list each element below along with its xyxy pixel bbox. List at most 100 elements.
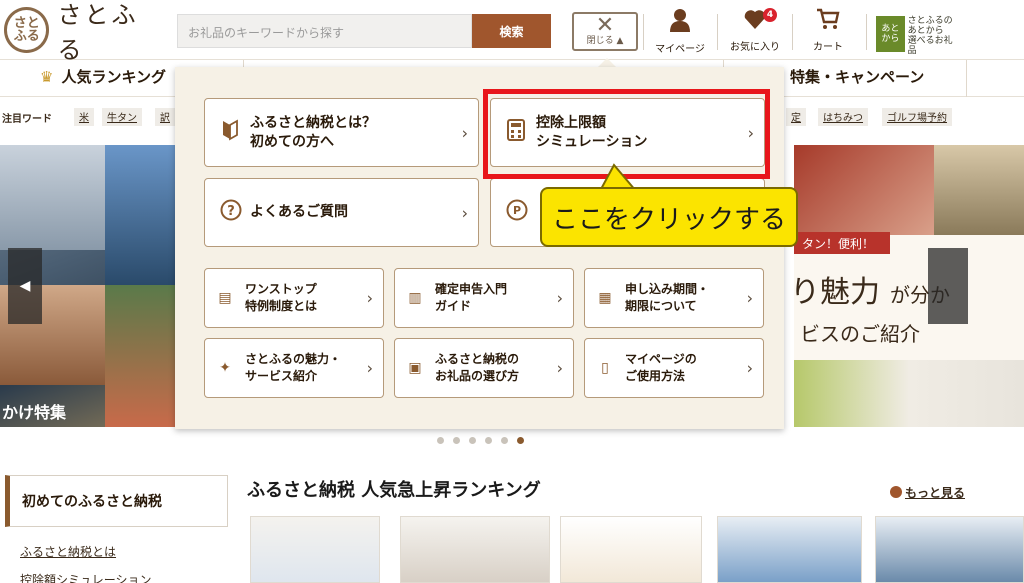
hero-headline-main: り魅力	[790, 275, 880, 310]
carousel-dot[interactable]	[437, 437, 444, 444]
atokara-link[interactable]: あと から さとふるの あとから 選べるお礼品	[876, 16, 956, 56]
chevron-right-icon: ›	[461, 203, 468, 222]
product-card[interactable]	[560, 516, 702, 583]
menu-card-deadline[interactable]: ▦ 申し込み期間・ 期限について ›	[584, 268, 764, 328]
point-icon: P	[506, 199, 528, 226]
menu-card-mypage-guide[interactable]: ▯ マイページの ご使用方法 ›	[584, 338, 764, 398]
svg-text:P: P	[513, 204, 521, 217]
keyword-tag[interactable]: ゴルフ場予約	[882, 108, 952, 126]
hero-photo	[934, 145, 1024, 235]
chevron-right-icon: ›	[366, 288, 373, 308]
menu-card-label: ふるさと納税とは？ 初めての方へ	[250, 114, 376, 150]
user-icon	[669, 8, 691, 40]
chevron-right-icon: ›	[746, 358, 753, 378]
product-card[interactable]	[400, 516, 550, 583]
logo-mark-icon: さと ふる	[4, 7, 50, 53]
phone-icon: ▯	[601, 360, 609, 376]
hero-photo	[105, 285, 178, 427]
menu-card-about[interactable]: ふるさと納税とは？ 初めての方へ ›	[204, 98, 479, 167]
hero-caption: かけ特集	[2, 403, 67, 422]
close-icon: ✕	[595, 13, 615, 38]
page-root: さと ふる さとふる お礼品のキーワードから探す 検索 ✕ 閉じる ▲ マイページ…	[0, 0, 1024, 583]
divider	[717, 14, 718, 50]
keyword-tag[interactable]: 米	[74, 108, 94, 126]
keyword-tag[interactable]: 牛タン	[102, 108, 142, 126]
more-link[interactable]: もっと見る	[890, 484, 965, 501]
hero-photo	[0, 145, 105, 250]
divider	[866, 14, 867, 50]
search-input[interactable]: お礼品のキーワードから探す	[177, 14, 472, 48]
hero-photo	[794, 145, 934, 235]
chevron-right-icon: ›	[556, 288, 563, 308]
chevron-right-icon: ›	[746, 288, 753, 308]
favorites-label: お気に入り	[730, 42, 780, 53]
document-icon: ▤	[218, 290, 232, 306]
carousel-prev-button[interactable]: ◀	[8, 248, 42, 324]
site-header: さと ふる さとふる お礼品のキーワードから探す 検索 ✕ 閉じる ▲ マイページ…	[0, 0, 1024, 64]
arrow-circle-icon	[890, 486, 902, 498]
hero-subheadline: ビスのご紹介	[800, 322, 920, 346]
carousel-dot[interactable]	[469, 437, 476, 444]
side-link[interactable]: ふるさと納税とは	[20, 543, 116, 560]
chevron-left-icon: ◀	[19, 278, 31, 294]
logo-text: さとふる	[57, 1, 139, 64]
nav-ranking[interactable]: ♛ 人気ランキング	[40, 66, 166, 87]
ranking-heading: ふるさと納税 人気急上昇ランキング	[247, 480, 541, 501]
side-menu-title: 初めてのふるさと納税	[5, 475, 228, 527]
atokara-text: さとふるの あとから 選べるお礼品	[907, 16, 953, 56]
chevron-right-icon: ›	[461, 123, 468, 142]
favorites-button[interactable]: 4 お気に入り	[719, 8, 791, 54]
sparkle-icon: ✦	[219, 360, 231, 376]
menu-card-label: ワンストップ 特例制度とは	[245, 282, 318, 313]
beginner-mark-icon	[220, 119, 240, 146]
close-menu-button[interactable]: ✕ 閉じる ▲	[572, 12, 638, 51]
keyword-label: 注目ワード	[2, 114, 52, 125]
svg-text:?: ?	[227, 204, 235, 219]
carousel-dot[interactable]	[485, 437, 492, 444]
calendar-icon: ▦	[598, 290, 612, 306]
carousel-dots	[437, 437, 524, 444]
menu-card-faq[interactable]: ? よくあるご質問 ›	[204, 178, 479, 247]
carousel-dot[interactable]	[501, 437, 508, 444]
product-card[interactable]	[875, 516, 1024, 583]
hero-photo	[794, 360, 1024, 427]
nav-ranking-label: 人気ランキング	[61, 68, 167, 86]
menu-card-label: 申し込み期間・ 期限について	[625, 282, 710, 313]
hero-headline: り魅力 が分か	[790, 267, 950, 311]
carousel-dot-active[interactable]	[517, 437, 524, 444]
callout-bubble: ここをクリックする	[540, 187, 798, 247]
menu-card-label: 確定申告入門 ガイド	[435, 282, 508, 313]
crown-icon: ♛	[40, 68, 54, 86]
divider	[966, 60, 967, 97]
cart-button[interactable]: カート	[792, 8, 864, 54]
menu-card-label: よくあるご質問	[250, 204, 348, 220]
mypage-button[interactable]: マイページ	[644, 8, 716, 55]
side-link[interactable]: 控除額シミュレーション	[20, 571, 152, 583]
keyword-tag[interactable]: はちみつ	[818, 108, 868, 126]
menu-card-service[interactable]: ✦ さとふるの魅力・ サービス紹介 ›	[204, 338, 384, 398]
favorites-count-badge: 4	[763, 8, 777, 22]
nav-campaign[interactable]: 特集・キャンペーン	[790, 66, 924, 87]
menu-card-label: ふるさと納税の お礼品の選び方	[435, 352, 520, 383]
keyword-tag[interactable]: 定	[786, 108, 806, 126]
question-icon: ?	[220, 199, 242, 226]
menu-card-label: さとふるの魅力・ サービス紹介	[245, 352, 342, 383]
guide-book-icon: ▥	[408, 290, 422, 306]
gift-icon: ▣	[408, 360, 422, 376]
menu-card-gift-guide[interactable]: ▣ ふるさと納税の お礼品の選び方 ›	[394, 338, 574, 398]
product-card[interactable]	[250, 516, 380, 583]
atokara-badge: あと から	[876, 16, 905, 52]
search-button[interactable]: 検索	[472, 14, 551, 48]
site-logo[interactable]: さと ふる さとふる	[4, 1, 164, 64]
carousel-dot[interactable]	[453, 437, 460, 444]
hero-photo	[105, 145, 178, 285]
menu-card-onestop[interactable]: ▤ ワンストップ 特例制度とは ›	[204, 268, 384, 328]
hero-ribbon: タン！便利！	[794, 232, 890, 254]
mypage-label: マイページ	[655, 44, 705, 55]
more-link-label: もっと見る	[905, 486, 966, 500]
cart-label: カート	[813, 42, 843, 53]
product-card[interactable]	[717, 516, 862, 583]
keyword-tag[interactable]: 訳	[155, 108, 175, 126]
menu-card-tax-return[interactable]: ▥ 確定申告入門 ガイド ›	[394, 268, 574, 328]
carousel-next-button[interactable]	[928, 248, 968, 324]
